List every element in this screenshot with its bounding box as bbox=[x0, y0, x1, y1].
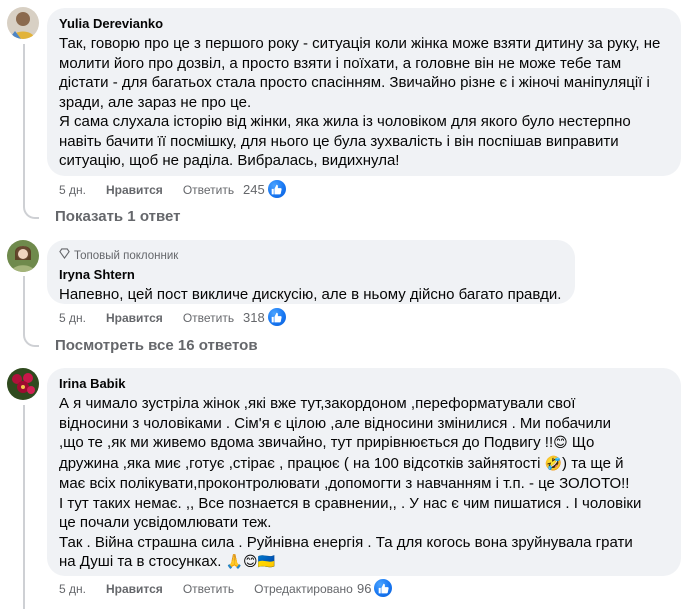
comment-author[interactable]: Yulia Derevianko bbox=[59, 16, 669, 32]
like-button[interactable]: Нравится bbox=[106, 311, 163, 325]
top-fan-badge: Топовый поклонник bbox=[59, 248, 563, 263]
avatar[interactable] bbox=[7, 240, 39, 272]
comment-author[interactable]: Irina Babik bbox=[59, 376, 669, 392]
like-button[interactable]: Нравится bbox=[106, 582, 163, 596]
show-replies-link[interactable]: Посмотреть все 16 ответов bbox=[55, 337, 258, 354]
edited-label: Отредактировано bbox=[254, 582, 353, 596]
comment-line-text: ,що те ,як ми живемо вдома звичайно, тут… bbox=[59, 434, 554, 451]
comment-line: І тут таких немає. ,, Все познается в ср… bbox=[59, 494, 642, 512]
diamond-icon bbox=[59, 248, 70, 263]
reaction-number: 318 bbox=[243, 309, 265, 325]
thread-line bbox=[23, 405, 25, 609]
thumbs-up-icon bbox=[267, 180, 286, 198]
thread-line bbox=[23, 44, 25, 204]
avatar[interactable] bbox=[7, 7, 39, 39]
comment-time[interactable]: 5 дн. bbox=[59, 582, 86, 596]
thumbs-up-icon bbox=[374, 579, 393, 597]
comment-time[interactable]: 5 дн. bbox=[59, 311, 86, 325]
badge-label: Топовый поклонник bbox=[74, 249, 179, 262]
comment-paragraph: Напевно, цей пост викличе дискусію, але … bbox=[59, 286, 562, 303]
comment-line: ,що те ,як ми живемо вдома звичайно, тут… bbox=[59, 433, 669, 454]
avatar[interactable] bbox=[7, 368, 39, 400]
reaction-count[interactable]: 96 bbox=[357, 579, 393, 597]
reply-button[interactable]: Ответить bbox=[183, 183, 234, 197]
comment-line-text: дружина ,яка миє ,готує ,стірає , працює… bbox=[59, 454, 541, 472]
reaction-count[interactable]: 318 bbox=[243, 308, 286, 326]
comment-time[interactable]: 5 дн. bbox=[59, 183, 86, 197]
comment-author[interactable]: Iryna Shtern bbox=[59, 267, 563, 283]
comment-line: це почали усвідомлювати теж. bbox=[59, 514, 272, 531]
reaction-count[interactable]: 245 bbox=[243, 180, 286, 198]
comment-actions: 5 дн. Нравится Ответить bbox=[59, 182, 254, 198]
reaction-number: 245 bbox=[243, 181, 265, 197]
comment-text: Напевно, цей пост викличе дискусію, але … bbox=[59, 285, 563, 305]
thread-curve bbox=[23, 203, 39, 219]
reaction-number: 96 bbox=[357, 580, 372, 596]
comment-line-text: Що bbox=[571, 434, 595, 451]
comment-line-text: на Душі та в стосунках. bbox=[59, 553, 222, 570]
comment-line: має всіх полікувати,проконтролювати ,доп… bbox=[59, 475, 630, 492]
reply-button[interactable]: Ответить bbox=[183, 582, 234, 596]
thread-line bbox=[23, 276, 25, 332]
comment-bubble: Irina Babik А я чимало зустріла жінок ,я… bbox=[47, 368, 681, 576]
comment-line: А я чимало зустріла жінок ,які вже тут,з… bbox=[59, 395, 576, 412]
comment-text: Так, говорю про це з першого року - ситу… bbox=[59, 34, 669, 171]
comment-line-text: та ще й bbox=[571, 454, 624, 472]
smile-emoji: 😊 bbox=[553, 435, 568, 451]
comment-text: А я чимало зустріла жінок ,які вже тут,з… bbox=[59, 394, 669, 573]
comment-paragraph: Так, говорю про це з першого року - ситу… bbox=[59, 35, 661, 111]
thread-curve bbox=[23, 331, 39, 347]
laugh-emoji: 🤣 bbox=[544, 455, 563, 472]
comment-actions: 5 дн. Нравится Ответить Отредактировано bbox=[59, 581, 373, 597]
like-button[interactable]: Нравится bbox=[106, 183, 163, 197]
comment-bubble: Yulia Derevianko Так, говорю про це з пе… bbox=[47, 8, 681, 176]
thumbs-up-icon bbox=[267, 308, 286, 326]
comment-line: відносини з чоловіками . Сім'я є цілою ,… bbox=[59, 414, 612, 432]
comment-line: Так . Війна страшна сила . Руйнівна енер… bbox=[59, 533, 633, 551]
comment-line: дружина ,яка миє ,готує ,стірає , працює… bbox=[59, 454, 624, 472]
end-emoji: 🙏😊🇺🇦 bbox=[225, 554, 276, 570]
comment-bubble: Топовый поклонник Iryna Shtern Напевно, … bbox=[47, 240, 575, 304]
comment-line: на Душі та в стосунках. 🙏😊🇺🇦 bbox=[59, 552, 669, 573]
comment-paragraph: Я сама слухала історію від жінки, яка жи… bbox=[59, 113, 631, 169]
reply-button[interactable]: Ответить bbox=[183, 311, 234, 325]
show-replies-link[interactable]: Показать 1 ответ bbox=[55, 208, 180, 225]
comment-actions: 5 дн. Нравится Ответить bbox=[59, 310, 254, 326]
